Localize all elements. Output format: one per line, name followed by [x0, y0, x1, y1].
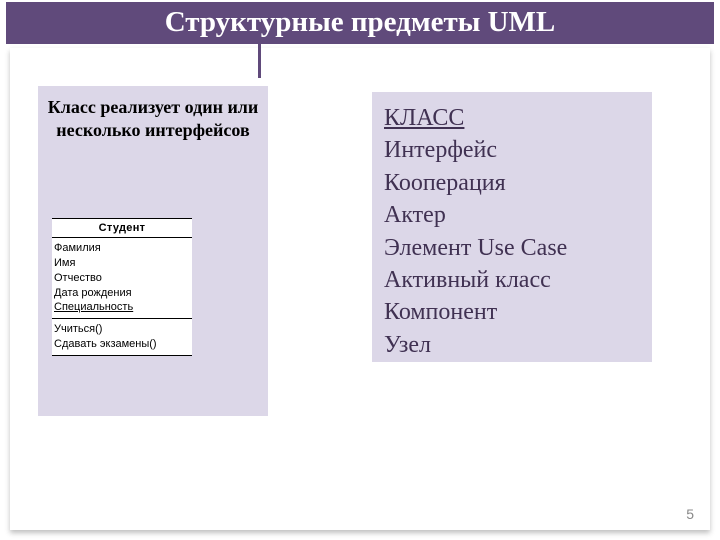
list-item: Актер [384, 199, 640, 231]
uml-attr: Фамилия [54, 241, 192, 256]
uml-operations: Учиться() Сдавать экзамены() [52, 319, 192, 356]
list-item: Кооперация [384, 167, 640, 199]
right-panel: КЛАСС Интерфейс Кооперация Актер Элемент… [372, 92, 652, 362]
list-item: Активный класс [384, 264, 640, 296]
uml-attr: Отчество [54, 271, 192, 286]
uml-attributes: Фамилия Имя Отчество Дата рождения Специ… [52, 238, 192, 319]
list-item: Интерфейс [384, 134, 640, 166]
list-item: Компонент [384, 296, 640, 328]
uml-op: Учиться() [54, 322, 192, 337]
left-caption: Класс реализует один или несколько интер… [44, 96, 262, 143]
title-text: Структурные предметы UML [165, 6, 556, 38]
uml-attr: Имя [54, 256, 192, 271]
uml-op: Сдавать экзамены() [54, 337, 192, 352]
page-number: 5 [686, 506, 694, 522]
uml-attr: Дата рождения [54, 286, 192, 301]
list-item: Элемент Use Case [384, 232, 640, 264]
uml-class-diagram: Студент Фамилия Имя Отчество Дата рожден… [52, 218, 192, 356]
slide-title: Структурные предметы UML [6, 2, 714, 44]
list-item: КЛАСС [384, 102, 640, 134]
uml-attr: Специальность [54, 300, 192, 315]
uml-class-name: Студент [52, 218, 192, 238]
list-item: Узел [384, 329, 640, 361]
text-cursor [258, 44, 261, 78]
